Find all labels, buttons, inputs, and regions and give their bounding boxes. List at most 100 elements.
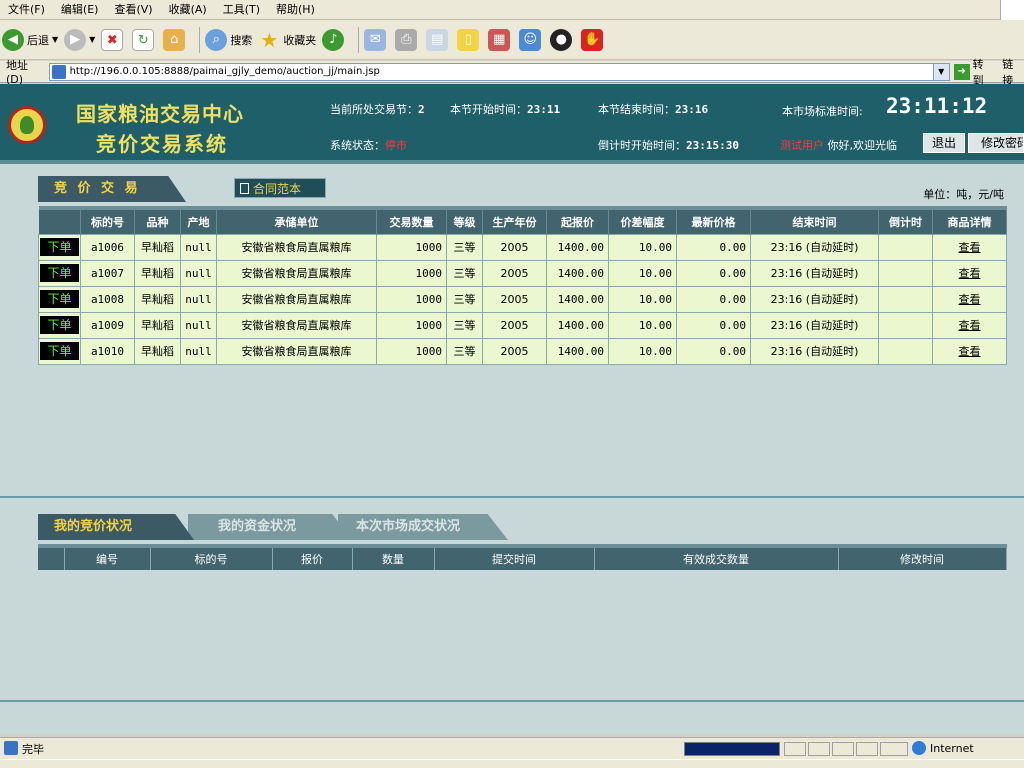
- view-detail-link[interactable]: 查看: [959, 345, 981, 358]
- qq-button[interactable]: ●: [550, 26, 575, 54]
- stop-button[interactable]: ✖: [101, 26, 126, 54]
- cell-countdown: [878, 259, 933, 287]
- menu-edit[interactable]: 编辑(E): [53, 0, 107, 20]
- start-time-info: 本节开始时间：23:11: [450, 101, 560, 117]
- mail-icon: ✉: [364, 28, 387, 51]
- column-header: [38, 208, 81, 234]
- order-button[interactable]: 下单: [40, 238, 79, 256]
- messenger-button[interactable]: ☺: [519, 26, 544, 54]
- messenger-icon: ☺: [519, 28, 542, 51]
- cell-grade: 三等: [446, 259, 483, 287]
- view-detail-link[interactable]: 查看: [959, 267, 981, 280]
- column-header: 标的号: [80, 208, 135, 234]
- menu-file[interactable]: 文件(F): [0, 0, 53, 20]
- cell-latest: 0.00: [676, 285, 751, 313]
- cell-step: 10.00: [608, 233, 677, 261]
- tab-bidding[interactable]: 竞 价 交 易: [38, 176, 186, 202]
- mail-button[interactable]: ✉: [364, 26, 389, 54]
- cell-year: 2005: [482, 233, 547, 261]
- tab-market-deals[interactable]: 本次市场成交状况: [338, 514, 508, 540]
- media-button[interactable]: ♪: [322, 26, 347, 54]
- notes-button[interactable]: ▯: [457, 26, 482, 54]
- status-segment: [832, 742, 854, 756]
- order-button[interactable]: 下单: [40, 342, 79, 360]
- end-value: 23:16: [675, 103, 709, 116]
- cell-qty: 1000: [376, 337, 447, 365]
- plugin-button[interactable]: ✋: [581, 26, 606, 54]
- column-header: 数量: [352, 546, 435, 570]
- url-input[interactable]: http://196.0.0.105:8888/paimai_gjly_demo…: [48, 62, 950, 81]
- user-name: 测试用户: [780, 139, 824, 152]
- cell-unit: 安徽省粮食局直属粮库: [216, 233, 377, 261]
- cell-qty: 1000: [376, 311, 447, 339]
- user-greeting: 测试用户 你好,欢迎光临: [780, 137, 897, 153]
- cell-unit: 安徽省粮食局直属粮库: [216, 311, 377, 339]
- view-detail-link[interactable]: 查看: [959, 293, 981, 306]
- menu-help[interactable]: 帮助(H): [268, 0, 323, 20]
- bidding-table-body: 下单 a1006 早籼稻 null 安徽省粮食局直属粮库 1000 三等 2005 1400.0…: [38, 233, 1007, 365]
- column-header: 修改时间: [838, 546, 1007, 570]
- cell-id: a1010: [80, 337, 135, 365]
- toolbar-divider: [199, 26, 201, 53]
- cell-qty: 1000: [376, 259, 447, 287]
- chevron-down-icon[interactable]: ▼: [932, 63, 949, 80]
- view-detail-link[interactable]: 查看: [959, 241, 981, 254]
- forward-button[interactable]: ▶ ▼: [64, 26, 95, 54]
- back-button[interactable]: ◀ 后退 ▼: [2, 26, 58, 54]
- edit-button[interactable]: ▤: [426, 26, 451, 54]
- page-content: 国家粮油交易中心 竞价交易系统 当前所处交易节：2 本节开始时间：23:11 本…: [0, 84, 1024, 734]
- menu-view[interactable]: 查看(V): [106, 0, 160, 20]
- system-state: 系统状态：停市: [330, 137, 407, 153]
- chevron-down-icon: ▼: [52, 35, 59, 44]
- windows-flag-icon: [1000, 0, 1024, 20]
- logout-button[interactable]: 退出: [923, 133, 965, 153]
- media-icon: ♪: [322, 28, 345, 51]
- cell-start: 1400.00: [546, 285, 609, 313]
- go-button[interactable]: ➜ 转到: [953, 56, 995, 88]
- view-detail-link[interactable]: 查看: [959, 319, 981, 332]
- notes-icon: ▯: [457, 28, 480, 51]
- menu-favorites[interactable]: 收藏(A): [161, 0, 215, 20]
- star-icon: ★: [260, 27, 279, 52]
- menu-tools[interactable]: 工具(T): [215, 0, 268, 20]
- detail-cell: 查看: [932, 337, 1007, 365]
- cell-step: 10.00: [608, 311, 677, 339]
- table-row: 下单 a1008 早籼稻 null 安徽省粮食局直属粮库 1000 三等 2005 1400.0…: [38, 285, 1007, 313]
- cell-unit: 安徽省粮食局直属粮库: [216, 259, 377, 287]
- taskbar: [0, 759, 1024, 768]
- order-button[interactable]: 下单: [40, 264, 79, 282]
- calendar-button[interactable]: ▦: [488, 26, 513, 54]
- document-icon: [240, 183, 249, 194]
- cell-latest: 0.00: [676, 233, 751, 261]
- toolbar-divider: [358, 26, 360, 53]
- cell-countdown: [878, 233, 933, 261]
- unit-label: 单位：吨，元/吨: [923, 188, 1004, 201]
- home-button[interactable]: ⌂: [163, 26, 188, 54]
- tab-my-funds[interactable]: 我的资金状况: [188, 514, 352, 540]
- contract-template-button[interactable]: 合同范本: [234, 178, 326, 198]
- table-row: 下单 a1010 早籼稻 null 安徽省粮食局直属粮库 1000 三等 2005 1400.0…: [38, 337, 1007, 365]
- refresh-button[interactable]: ↻: [132, 26, 157, 54]
- detail-cell: 查看: [932, 285, 1007, 313]
- cell-origin: null: [180, 337, 217, 365]
- change-password-button[interactable]: 修改密码: [968, 133, 1024, 153]
- countdown-label: 倒计时开始时间：: [598, 139, 686, 152]
- cell-unit: 安徽省粮食局直属粮库: [216, 337, 377, 365]
- tab-my-bids[interactable]: 我的竞价状况: [38, 514, 194, 540]
- security-zone: Internet: [912, 741, 974, 755]
- bidding-tabs: 竞 价 交 易 合同范本 单位：吨，元/吨: [38, 176, 1006, 202]
- cell-year: 2005: [482, 311, 547, 339]
- order-button[interactable]: 下单: [40, 290, 79, 308]
- column-header: 交易数量: [376, 208, 447, 234]
- cell-qty: 1000: [376, 233, 447, 261]
- search-button[interactable]: ⌕ 搜索: [205, 26, 252, 54]
- favorites-button[interactable]: ★ 收藏夹: [258, 26, 316, 54]
- session-value: 2: [418, 103, 425, 116]
- links-button[interactable]: 链接: [1002, 56, 1024, 88]
- forward-arrow-icon: ▶: [64, 28, 87, 51]
- browser-toolbar: ◀ 后退 ▼ ▶ ▼ ✖ ↻ ⌂ ⌕ 搜索 ★ 收藏夹 ♪ ✉ ⎙ ▤ ▯ ▦ …: [0, 20, 1024, 60]
- order-button[interactable]: 下单: [40, 316, 79, 334]
- print-button[interactable]: ⎙: [395, 26, 420, 54]
- status-panel: 我的竞价状况 我的资金状况 本次市场成交状况 编号 标的号 报价 数量 提交时间 有效成交…: [38, 514, 1007, 584]
- state-value: 停市: [385, 139, 407, 152]
